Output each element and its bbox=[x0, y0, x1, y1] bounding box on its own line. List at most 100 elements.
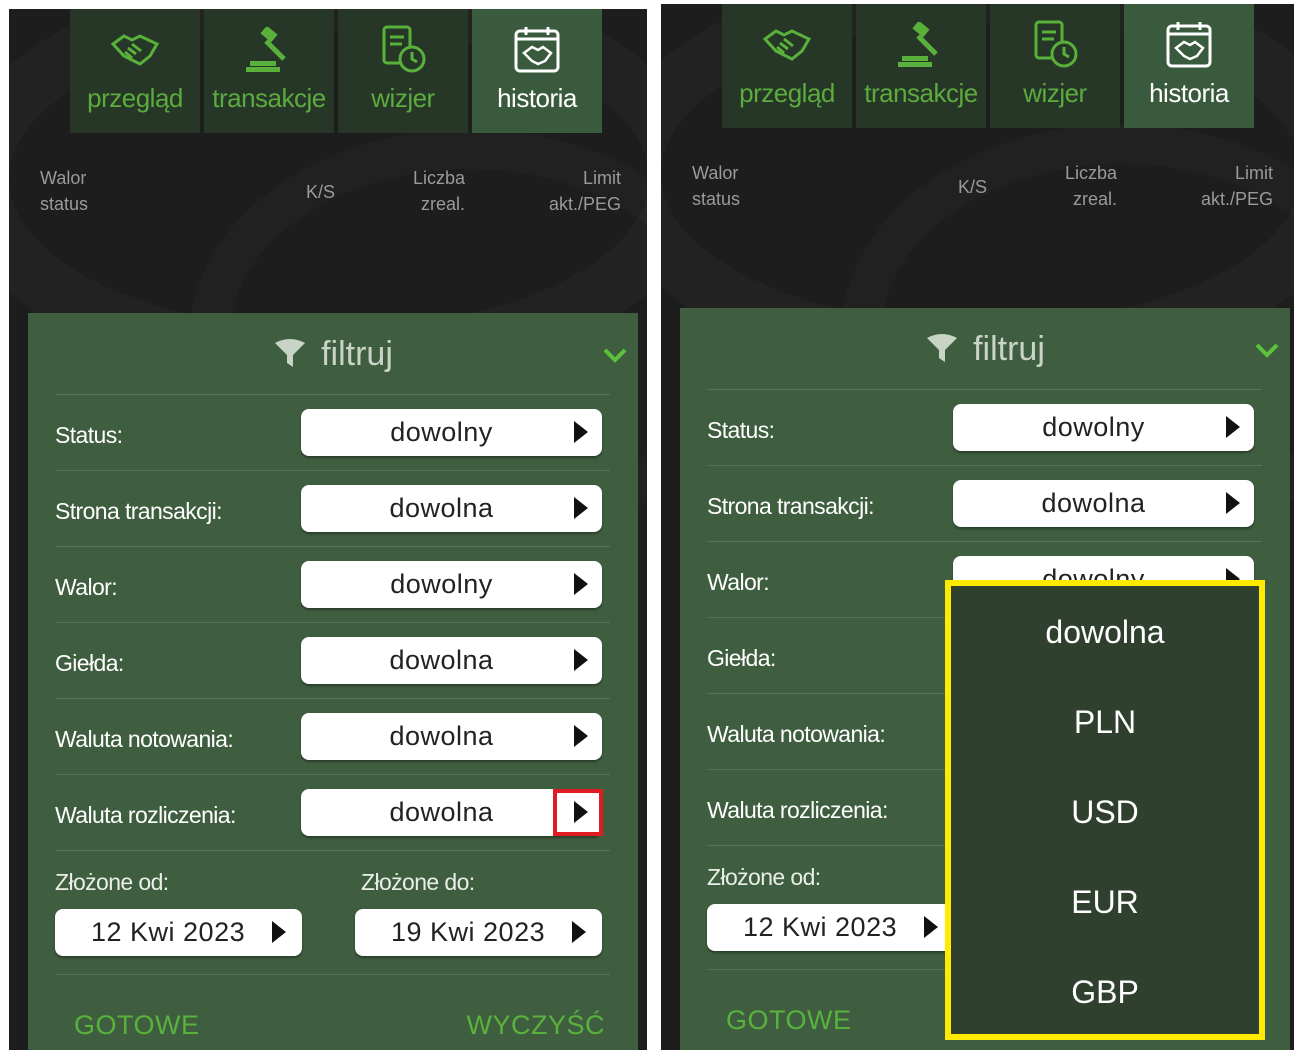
date-from-picker[interactable]: 12 Kwi 2023 bbox=[55, 909, 302, 956]
gavel-icon bbox=[243, 25, 295, 75]
strona-transakcji-select[interactable]: dowolna bbox=[953, 480, 1254, 527]
highlight-box bbox=[553, 789, 603, 836]
select-value: dowolna bbox=[389, 721, 494, 751]
play-arrow-icon bbox=[574, 649, 588, 671]
filter-panel: filtruj Status: dowolny Strona transakcj… bbox=[28, 313, 638, 1050]
tab-wizjer[interactable]: wizjer bbox=[338, 9, 468, 133]
status-label: Status: bbox=[707, 417, 775, 443]
dropdown-option[interactable]: USD bbox=[951, 794, 1259, 831]
waluta-rozliczenia-label: Waluta rozliczenia: bbox=[707, 797, 888, 823]
zlozone-do-label: Złożone do: bbox=[361, 869, 475, 895]
column-header-walor: Walor status bbox=[40, 168, 89, 214]
waluta-rozliczenia-select[interactable]: dowolna bbox=[301, 789, 603, 836]
handshake-icon bbox=[761, 20, 813, 70]
divider bbox=[55, 470, 610, 471]
select-value: dowolna bbox=[1041, 488, 1146, 518]
tab-przeglad[interactable]: przegląd bbox=[722, 4, 852, 128]
column-header-limit: Limit akt./PEG bbox=[1200, 163, 1273, 209]
tab-historia[interactable]: historia bbox=[472, 9, 602, 133]
play-arrow-icon bbox=[1226, 492, 1240, 514]
select-value: dowolna bbox=[389, 645, 494, 675]
date-to-picker[interactable]: 19 Kwi 2023 bbox=[355, 909, 602, 956]
dropdown-option[interactable]: PLN bbox=[951, 704, 1259, 741]
column-header-liczba: Liczba zreal. bbox=[412, 168, 465, 214]
play-arrow-icon bbox=[1226, 416, 1240, 438]
strona-transakcji-label: Strona transakcji: bbox=[707, 493, 874, 519]
tab-label: wizjer bbox=[371, 83, 435, 113]
select-value: dowolny bbox=[1042, 412, 1145, 442]
date-value: 19 Kwi 2023 bbox=[391, 917, 546, 947]
divider bbox=[55, 546, 610, 547]
calendar-handshake-icon bbox=[511, 25, 563, 75]
status-select[interactable]: dowolny bbox=[301, 409, 602, 456]
play-arrow-icon bbox=[572, 921, 586, 943]
gielda-label: Giełda: bbox=[55, 650, 124, 676]
strona-transakcji-select[interactable]: dowolna bbox=[301, 485, 602, 532]
walor-label: Walor: bbox=[55, 574, 118, 600]
column-header-ks: K/S bbox=[958, 177, 988, 197]
dropdown-option[interactable]: GBP bbox=[951, 974, 1259, 1011]
filter-header[interactable]: filtruj bbox=[28, 313, 638, 395]
select-value: dowolny bbox=[390, 569, 493, 599]
dropdown-option[interactable]: dowolna bbox=[951, 614, 1259, 651]
walor-label: Walor: bbox=[707, 569, 770, 595]
column-header-walor: Walor status bbox=[692, 163, 741, 209]
clear-button[interactable]: WYCZYŚĆ bbox=[467, 1010, 606, 1041]
column-header-ks: K/S bbox=[306, 182, 336, 202]
tab-label: historia bbox=[497, 83, 577, 113]
done-button[interactable]: GOTOWE bbox=[74, 1010, 200, 1041]
tab-label: przegląd bbox=[87, 83, 183, 113]
play-arrow-icon bbox=[574, 497, 588, 519]
document-clock-icon bbox=[1029, 20, 1081, 70]
tab-label: transakcje bbox=[212, 83, 326, 113]
tab-wizjer[interactable]: wizjer bbox=[990, 4, 1120, 128]
waluta-rozliczenia-label: Waluta rozliczenia: bbox=[55, 802, 236, 828]
done-button[interactable]: GOTOWE bbox=[726, 1005, 852, 1036]
waluta-notowania-label: Waluta notowania: bbox=[55, 726, 234, 752]
gielda-label: Giełda: bbox=[707, 645, 776, 671]
tab-label: przegląd bbox=[739, 78, 835, 108]
tab-bar: przegląd transakcje wizjer historia bbox=[722, 4, 1254, 128]
play-arrow-icon bbox=[272, 921, 286, 943]
play-arrow-icon bbox=[924, 916, 938, 938]
status-select[interactable]: dowolny bbox=[953, 404, 1254, 451]
right-screen: przegląd transakcje wizjer historia Walo… bbox=[661, 4, 1294, 1050]
dropdown-option[interactable]: EUR bbox=[951, 884, 1259, 921]
handshake-icon bbox=[109, 25, 161, 75]
gielda-select[interactable]: dowolna bbox=[301, 637, 602, 684]
filter-header[interactable]: filtruj bbox=[680, 308, 1290, 390]
divider bbox=[707, 541, 1262, 542]
left-screen: przegląd transakcje wizjer historia Walo… bbox=[9, 9, 647, 1050]
tab-label: transakcje bbox=[864, 78, 978, 108]
tab-transakcje[interactable]: transakcje bbox=[856, 4, 986, 128]
zlozone-od-label: Złożone od: bbox=[55, 869, 169, 895]
divider bbox=[55, 774, 610, 775]
date-value: 12 Kwi 2023 bbox=[91, 917, 246, 947]
tab-bar: przegląd transakcje wizjer historia bbox=[70, 9, 602, 133]
calendar-handshake-icon bbox=[1163, 20, 1215, 70]
status-label: Status: bbox=[55, 422, 123, 448]
filter-title: filtruj bbox=[973, 329, 1045, 368]
chevron-down-icon[interactable] bbox=[602, 347, 628, 363]
divider bbox=[55, 974, 610, 975]
filter-icon bbox=[275, 339, 306, 367]
tab-historia[interactable]: historia bbox=[1124, 4, 1254, 128]
tab-label: historia bbox=[1149, 78, 1229, 108]
strona-transakcji-label: Strona transakcji: bbox=[55, 498, 222, 524]
play-arrow-icon bbox=[574, 725, 588, 747]
gavel-icon bbox=[895, 20, 947, 70]
select-value: dowolny bbox=[390, 417, 493, 447]
waluta-notowania-select[interactable]: dowolna bbox=[301, 713, 602, 760]
tab-transakcje[interactable]: transakcje bbox=[204, 9, 334, 133]
column-header-limit: Limit akt./PEG bbox=[548, 168, 621, 214]
divider bbox=[55, 850, 610, 851]
divider bbox=[707, 389, 1262, 390]
tab-przeglad[interactable]: przegląd bbox=[70, 9, 200, 133]
filter-icon bbox=[927, 334, 958, 362]
chevron-down-icon[interactable] bbox=[1254, 342, 1280, 358]
divider bbox=[55, 622, 610, 623]
waluta-notowania-label: Waluta notowania: bbox=[707, 721, 886, 747]
date-from-picker[interactable]: 12 Kwi 2023 bbox=[707, 904, 954, 951]
date-value: 12 Kwi 2023 bbox=[743, 912, 898, 942]
walor-select[interactable]: dowolny bbox=[301, 561, 602, 608]
